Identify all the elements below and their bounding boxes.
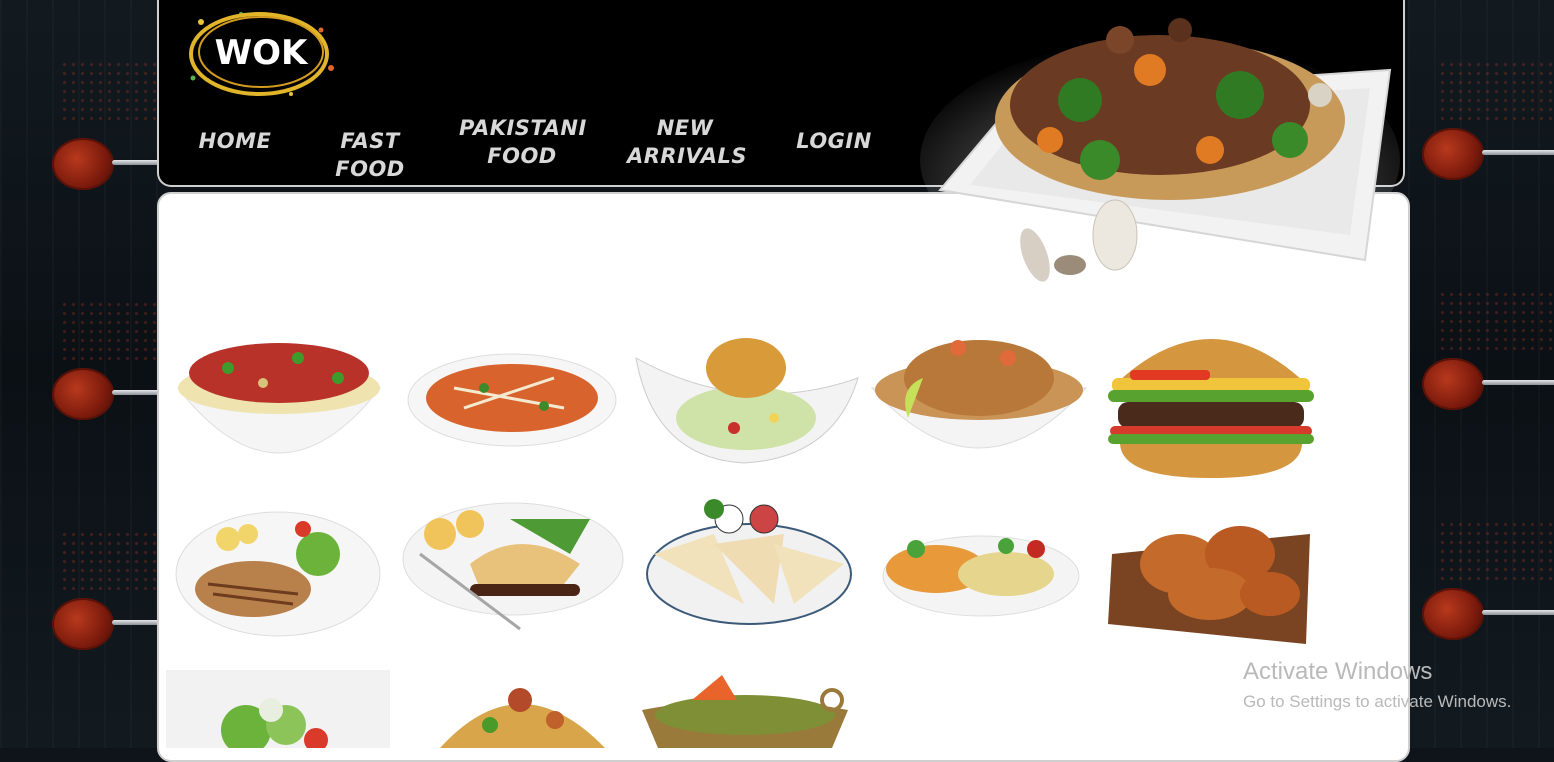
nav-home[interactable]: HOME [197, 127, 273, 155]
menu-item-salad-bowl[interactable] [166, 670, 390, 755]
menu-item-shrimp-noodles[interactable] [868, 318, 1090, 478]
menu-item-grilled-chicken[interactable] [168, 494, 390, 654]
activate-windows-subtitle: Go to Settings to activate Windows. [1243, 692, 1512, 711]
hero-noodle-dish-image [910, 0, 1410, 300]
nav-new-arrivals-line2: ARRIVALS [627, 144, 747, 168]
spice-decoration [1438, 520, 1554, 580]
menu-item-penne-pasta[interactable] [404, 318, 626, 478]
menu-item-fried-shrimp-salad[interactable] [634, 318, 859, 478]
spice-decoration [1438, 290, 1554, 350]
nav-pakistani-food-line2: FOOD [487, 144, 557, 168]
nav-new-arrivals[interactable]: NEW ARRIVALS [627, 114, 747, 170]
menu-item-saag-karahi[interactable] [632, 670, 854, 748]
menu-item-steak-pie[interactable] [400, 494, 624, 654]
menu-item-fried-rice[interactable] [876, 494, 1098, 654]
nav-pakistani-food-line1: PAKISTANI [459, 116, 587, 140]
menu-item-burger[interactable] [1100, 318, 1322, 478]
nav-home-label: HOME [198, 129, 272, 153]
nav-new-arrivals-line1: NEW [656, 116, 714, 140]
nav-fast-food[interactable]: FAST FOOD [307, 127, 433, 183]
menu-item-fried-chicken[interactable] [1100, 494, 1322, 654]
spoon-image [1422, 120, 1554, 190]
spoon-image [1422, 350, 1554, 420]
nav-fast-food-label: FAST FOOD [335, 129, 405, 181]
activate-windows-title: Activate Windows [1243, 658, 1433, 685]
spice-decoration [1438, 60, 1554, 120]
nav-login-label: LOGIN [796, 129, 872, 153]
background-left [0, 0, 210, 748]
menu-item-chili-chicken-noodles[interactable] [168, 318, 390, 478]
wok-logo[interactable]: WOK [181, 8, 341, 100]
background-right [1408, 0, 1554, 748]
spoon-image [1422, 580, 1554, 650]
menu-item-quesadilla[interactable] [644, 494, 866, 654]
menu-item-biryani[interactable] [420, 670, 642, 748]
nav-pakistani-food[interactable]: PAKISTANI FOOD [459, 114, 587, 170]
nav-login[interactable]: LOGIN [793, 127, 875, 155]
logo-text: WOK [215, 33, 309, 73]
